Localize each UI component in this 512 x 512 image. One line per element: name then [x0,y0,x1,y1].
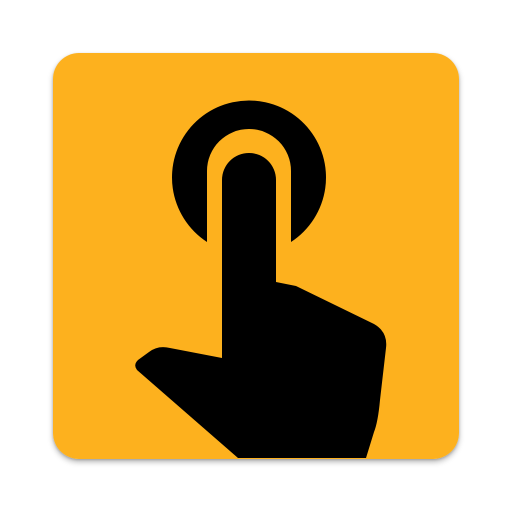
touch-app-icon [53,53,459,459]
app-launcher-icon[interactable] [53,53,459,459]
launcher-canvas [0,0,512,512]
